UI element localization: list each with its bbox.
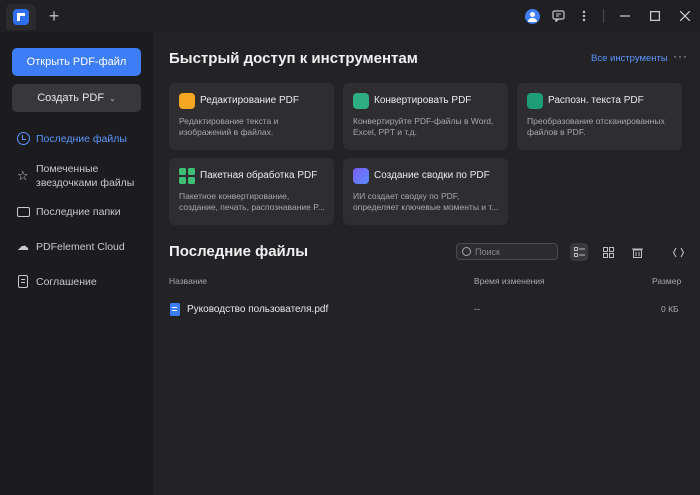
refresh-button[interactable]: [669, 243, 687, 261]
sidebar-item-label: Помеченные звездочками файлы: [36, 163, 135, 189]
sidebar-item-recent-folders[interactable]: Последние папки: [0, 205, 152, 219]
ai-summary-icon: [353, 168, 369, 184]
cloud-icon: ☁: [17, 239, 29, 253]
app-tab[interactable]: [6, 4, 36, 30]
close-button[interactable]: [670, 0, 700, 32]
tool-card-title: Распозн. текста PDF: [548, 95, 644, 106]
tool-card-ocr[interactable]: Распозн. текста PDF Преобразование отска…: [517, 83, 682, 150]
account-button[interactable]: [519, 3, 545, 29]
chevron-down-icon: ⌄: [109, 93, 116, 103]
message-icon: [551, 10, 565, 22]
convert-pdf-icon: [353, 93, 369, 109]
grid-view-icon: [602, 246, 614, 258]
tool-card-desc: ИИ создает сводку по PDF, определяет клю…: [353, 191, 499, 212]
all-tools-link[interactable]: Все инструменты: [591, 53, 668, 64]
tool-card-convert-pdf[interactable]: Конвертировать PDF Конвертируйте PDF-фай…: [343, 83, 508, 150]
tool-card-batch[interactable]: Пакетная обработка PDF Пакетное конверти…: [169, 158, 334, 225]
trash-icon: [631, 248, 643, 258]
quick-tools-title: Быстрый доступ к инструментам: [169, 50, 418, 67]
feedback-button[interactable]: [545, 3, 571, 29]
list-view-button[interactable]: [570, 243, 588, 261]
create-pdf-button[interactable]: Создать PDF ⌄: [12, 84, 141, 112]
clock-icon: [17, 132, 30, 145]
column-header-date[interactable]: Время изменения: [474, 276, 545, 286]
file-date: --: [474, 304, 480, 314]
column-header-size[interactable]: Размер: [652, 276, 681, 286]
clear-button[interactable]: [628, 243, 646, 261]
tool-card-ai-summary[interactable]: Создание сводки по PDF ИИ создает сводку…: [343, 158, 508, 225]
file-name: Руководство пользователя.pdf: [187, 304, 329, 315]
minimize-button[interactable]: [610, 0, 640, 32]
tool-card-edit-pdf[interactable]: Редактирование PDF Редактирование текста…: [169, 83, 334, 150]
grid-view-button[interactable]: [599, 243, 617, 261]
search-icon: [462, 247, 471, 256]
sidebar-item-label: Последние файлы: [36, 133, 127, 145]
title-bar: +: [0, 0, 700, 32]
sidebar-item-starred-files[interactable]: ☆ Помеченные звездочками файлы: [0, 162, 140, 190]
main-panel: Быстрый доступ к инструментам Все инстру…: [153, 32, 700, 495]
batch-icon: [179, 168, 195, 184]
tool-card-title: Пакетная обработка PDF: [200, 170, 318, 181]
search-input[interactable]: [475, 246, 555, 257]
new-tab-button[interactable]: +: [44, 6, 64, 26]
folder-icon: [17, 207, 30, 217]
tool-card-desc: Конвертируйте PDF-файлы в Word, Excel, P…: [353, 116, 494, 137]
file-size: 0 КБ: [661, 304, 679, 314]
star-icon: ☆: [17, 168, 29, 183]
tool-card-desc: Редактирование текста и изображений в фа…: [179, 116, 279, 137]
sidebar-nav: Последние файлы ☆ Помеченные звездочками…: [0, 124, 152, 289]
sidebar-item-label: Последние папки: [36, 206, 121, 218]
pdfelement-logo-icon: [13, 9, 29, 25]
sidebar-item-label: PDFelement Cloud: [36, 241, 125, 253]
tool-card-desc: Пакетное конвертирование, создание, печа…: [179, 191, 325, 212]
minimize-icon: [620, 15, 630, 17]
search-box[interactable]: [456, 243, 558, 260]
maximize-button[interactable]: [640, 0, 670, 32]
sidebar-item-recent-files[interactable]: Последние файлы: [0, 132, 152, 146]
more-vertical-icon: [582, 10, 586, 22]
create-pdf-label: Создать PDF: [37, 92, 105, 104]
pdf-file-icon: [170, 303, 180, 316]
table-row[interactable]: Руководство пользователя.pdf -- 0 КБ: [153, 300, 700, 320]
tool-card-title: Создание сводки по PDF: [374, 170, 490, 181]
recent-files-title: Последние файлы: [169, 243, 309, 260]
list-view-icon: [573, 246, 585, 257]
document-icon: [18, 275, 28, 288]
sidebar-item-agreement[interactable]: Соглашение: [0, 275, 152, 289]
column-header-name[interactable]: Название: [169, 276, 207, 286]
tool-card-title: Редактирование PDF: [200, 95, 299, 106]
tool-card-title: Конвертировать PDF: [374, 95, 472, 106]
maximize-icon: [650, 11, 660, 21]
more-horizontal-icon[interactable]: ···: [673, 49, 688, 63]
close-icon: [680, 11, 690, 21]
avatar-icon: [524, 8, 540, 24]
open-pdf-button[interactable]: Открыть PDF-файл: [12, 48, 141, 76]
tool-card-desc: Преобразование отсканированных файлов в …: [527, 116, 665, 137]
divider: [603, 9, 604, 23]
more-options-button[interactable]: [571, 3, 597, 29]
sidebar-item-label: Соглашение: [36, 276, 97, 288]
edit-pdf-icon: [179, 93, 195, 109]
sidebar: Открыть PDF-файл Создать PDF ⌄ Последние…: [0, 32, 152, 495]
refresh-icon: [672, 247, 684, 257]
ocr-icon: [527, 93, 543, 109]
sidebar-item-cloud[interactable]: ☁ PDFelement Cloud: [0, 240, 152, 254]
